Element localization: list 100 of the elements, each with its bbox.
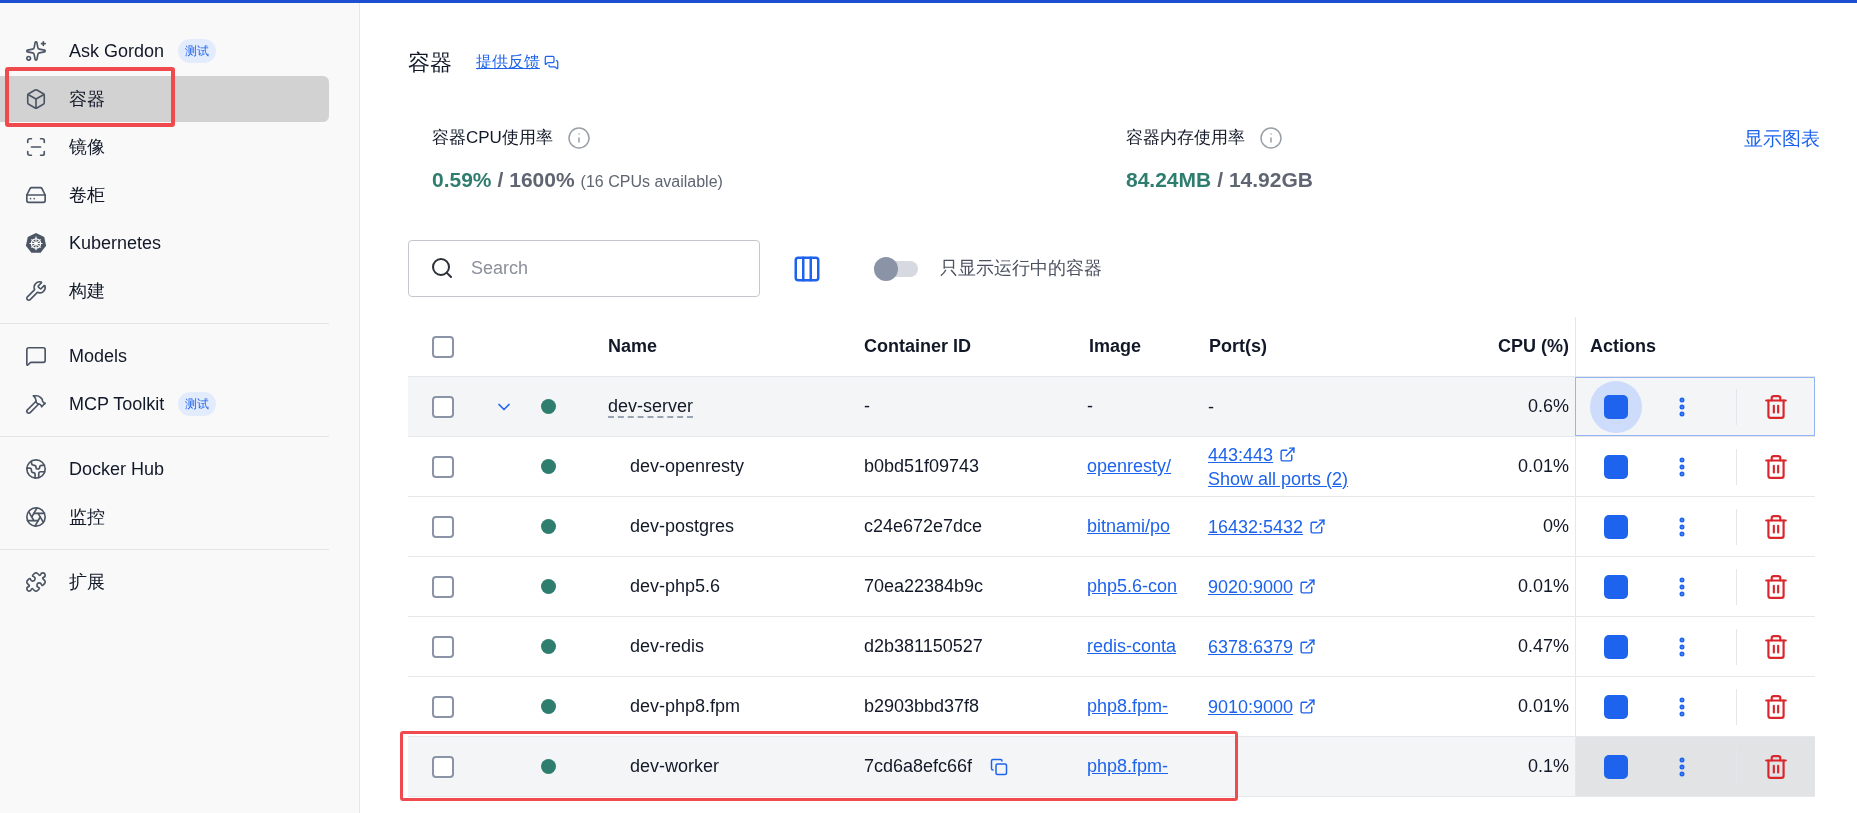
- feedback-link[interactable]: 提供反馈: [476, 50, 540, 74]
- column-header[interactable]: Image: [1089, 336, 1142, 356]
- sidebar-item[interactable]: 监控: [0, 494, 329, 540]
- column-header[interactable]: Name: [608, 336, 658, 356]
- checkbox[interactable]: [432, 755, 454, 778]
- port-link[interactable]: 9020:9000: [1208, 574, 1294, 599]
- delete-icon[interactable]: [1763, 573, 1789, 600]
- aperture-icon: [25, 506, 47, 528]
- beta-badge: 测试: [178, 392, 217, 416]
- table-row[interactable]: dev-php5.6 70ea22384b9c php5.6-con 9020:9000 0.01%: [408, 557, 1815, 617]
- delete-icon[interactable]: [1763, 693, 1789, 720]
- cube-icon: [25, 88, 47, 110]
- image-link[interactable]: openresty/: [1087, 456, 1172, 476]
- column-header[interactable]: Port(s): [1209, 336, 1267, 356]
- wrench-icon: [25, 280, 47, 302]
- sidebar-item[interactable]: MCP Toolkit 测试: [0, 381, 329, 427]
- sidebar-item[interactable]: Kubernetes: [0, 220, 329, 266]
- cpu-value: 0%: [1543, 516, 1569, 536]
- sparkles-icon: [25, 40, 47, 62]
- container-name[interactable]: dev-postgres: [630, 516, 735, 536]
- show-ports-link[interactable]: Show all ports (2): [1208, 466, 1349, 491]
- hammer-icon: [25, 393, 47, 415]
- port-link[interactable]: 443:443: [1208, 442, 1274, 467]
- delete-icon[interactable]: [1763, 753, 1789, 780]
- globe-icon: [25, 458, 47, 480]
- sidebar-item[interactable]: 镜像: [0, 124, 329, 170]
- table-row[interactable]: dev-server - - - 0.6%: [408, 377, 1815, 437]
- delete-icon[interactable]: [1763, 633, 1789, 660]
- table-row[interactable]: dev-openresty b0bd51f09743 openresty/ 443:443 Show all ports (2) 0.01%: [408, 437, 1815, 497]
- beta-badge: 测试: [178, 39, 217, 63]
- table-row[interactable]: dev-php8.fpm b2903bbd37f8 php8.fpm- 9010:9000 0.01%: [408, 677, 1815, 737]
- cpu-value: 0.47%: [1517, 636, 1569, 656]
- image-link[interactable]: bitnami/po: [1087, 516, 1171, 536]
- sidebar-item[interactable]: 容器: [0, 76, 329, 122]
- copy-icon[interactable]: [990, 757, 1009, 776]
- external-link-icon[interactable]: [1299, 578, 1317, 595]
- checkbox[interactable]: [432, 455, 454, 478]
- checkbox[interactable]: [432, 635, 454, 658]
- table-row[interactable]: dev-worker 7cd6a8efc66f php8.fpm- 0.1%: [408, 737, 1815, 797]
- table-row[interactable]: dev-postgres c24e672e7dce bitnami/po 16432:5432 0%: [408, 497, 1815, 557]
- sidebar-item[interactable]: 扩展: [0, 559, 329, 605]
- container-id: b0bd51f09743: [864, 455, 980, 478]
- container-name[interactable]: dev-server: [608, 396, 694, 418]
- external-link-icon[interactable]: [1309, 518, 1327, 535]
- stop-button[interactable]: [1590, 380, 1642, 433]
- external-link-icon[interactable]: [1279, 446, 1297, 463]
- column-header[interactable]: CPU (%): [1498, 336, 1569, 356]
- checkbox[interactable]: [432, 695, 454, 718]
- show-chart-link[interactable]: 显示图表: [1744, 125, 1820, 154]
- sidebar-item[interactable]: Models: [0, 333, 329, 379]
- image-link[interactable]: php8.fpm-: [1087, 756, 1169, 776]
- table-row[interactable]: dev-redis d2b381150527 redis-conta 6378:6379 0.47%: [408, 617, 1815, 677]
- container-id: 70ea22384b9c: [864, 575, 984, 598]
- sidebar-item[interactable]: Docker Hub: [0, 446, 329, 492]
- checkbox[interactable]: [432, 575, 454, 598]
- container-id: d2b381150527: [864, 635, 983, 658]
- image-link[interactable]: php8.fpm-: [1087, 696, 1169, 716]
- puzzle-icon: [25, 571, 47, 593]
- port-link[interactable]: 9010:9000: [1208, 694, 1294, 719]
- delete-icon[interactable]: [1763, 513, 1789, 540]
- checkbox[interactable]: [432, 515, 454, 538]
- cpu-value: 0.6%: [1527, 396, 1569, 416]
- stat-value: 84.24MB: [1126, 166, 1212, 193]
- container-id: b2903bbd37f8: [864, 695, 980, 718]
- container-name[interactable]: dev-openresty: [630, 456, 745, 476]
- sidebar-item[interactable]: 构建: [0, 268, 329, 314]
- image-name: -: [1087, 396, 1093, 416]
- checkbox[interactable]: [432, 335, 454, 358]
- container-id: -: [864, 395, 870, 418]
- dashed-frame-icon: [25, 136, 47, 158]
- container-name[interactable]: dev-redis: [630, 636, 705, 656]
- container-name[interactable]: dev-php8.fpm: [630, 696, 741, 716]
- delete-icon[interactable]: [1763, 453, 1789, 480]
- chat-bubble-icon: [25, 345, 47, 367]
- port-link[interactable]: 6378:6379: [1208, 634, 1294, 659]
- stat-total: / 14.92GB: [1217, 166, 1313, 193]
- cpu-value: 0.01%: [1517, 696, 1569, 716]
- image-link[interactable]: redis-conta: [1087, 636, 1177, 656]
- column-header[interactable]: Container ID: [864, 336, 971, 356]
- container-name[interactable]: dev-worker: [630, 756, 720, 776]
- checkbox[interactable]: [432, 395, 454, 418]
- sidebar-item[interactable]: 卷柜: [0, 172, 329, 218]
- container-id: c24e672e7dce: [864, 515, 983, 538]
- drive-icon: [25, 184, 47, 206]
- column-header[interactable]: Actions: [1590, 333, 1656, 360]
- container-name[interactable]: dev-php5.6: [630, 576, 721, 596]
- sidebar-item[interactable]: Ask Gordon 测试: [0, 28, 329, 74]
- port-link[interactable]: 16432:5432: [1208, 514, 1304, 539]
- cpu-value: 0.01%: [1517, 576, 1569, 596]
- search-icon: [430, 256, 454, 280]
- delete-icon[interactable]: [1762, 393, 1789, 420]
- info-icon[interactable]: [566, 125, 591, 150]
- external-link-icon[interactable]: [1299, 698, 1317, 715]
- external-link-icon[interactable]: [1299, 638, 1317, 655]
- search-field[interactable]: Search: [408, 240, 760, 297]
- info-icon[interactable]: [1259, 125, 1283, 150]
- toggle-label: 只显示运行中的容器: [940, 257, 1102, 280]
- stat-value: 0.59%: [432, 166, 492, 193]
- page-title: 容器: [408, 48, 452, 77]
- image-link[interactable]: php5.6-con: [1087, 576, 1178, 596]
